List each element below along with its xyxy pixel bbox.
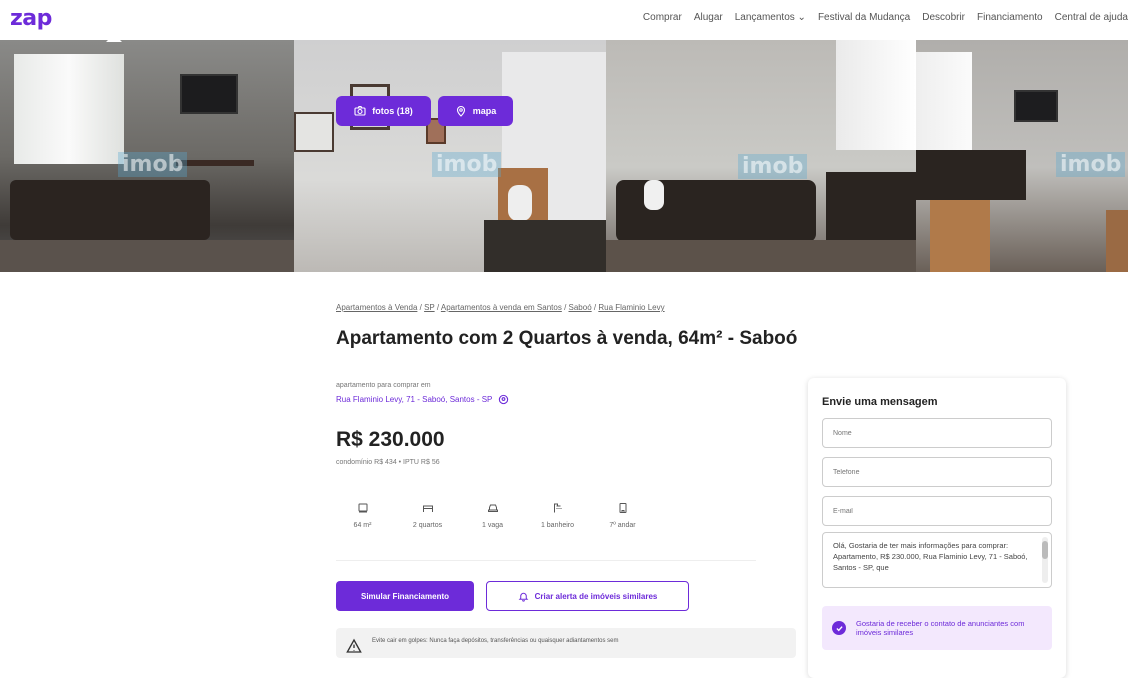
map-button-label: mapa bbox=[472, 106, 497, 116]
nav-festival[interactable]: Festival da Mudança bbox=[818, 12, 910, 23]
warning-text: Evite cair em golpes: Nunca faça depósit… bbox=[372, 638, 619, 644]
map-button[interactable]: mapa bbox=[438, 96, 513, 126]
listing-address[interactable]: Rua Flaminio Levy, 71 - Saboó, Santos - … bbox=[336, 394, 509, 405]
nav-descobrir[interactable]: Descobrir bbox=[922, 12, 965, 23]
photos-button-label: fotos (18) bbox=[372, 106, 413, 116]
create-alert-label: Criar alerta de imóveis similares bbox=[534, 591, 658, 601]
optin-label: Gostaria de receber o contato de anuncia… bbox=[856, 619, 1025, 637]
feature-area: 64 m² bbox=[330, 502, 395, 529]
photo-gallery: imob imob imob imob fotos (18) mapa bbox=[0, 40, 1128, 272]
car-icon bbox=[487, 504, 498, 512]
nav-lancamentos[interactable]: Lançamentos ⌄ bbox=[735, 12, 806, 23]
nav-central-ajuda[interactable]: Central de ajuda bbox=[1055, 12, 1128, 23]
contact-title: Envie uma mensagem bbox=[822, 396, 938, 408]
map-pin-icon[interactable] bbox=[498, 394, 509, 405]
bell-icon bbox=[518, 592, 529, 602]
camera-icon bbox=[354, 105, 366, 116]
bed-icon bbox=[422, 505, 433, 512]
message-text: Olá, Gostaria de ter mais informações pa… bbox=[833, 541, 1028, 572]
message-field[interactable]: Olá, Gostaria de ter mais informações pa… bbox=[822, 532, 1052, 588]
listing-fees: condomínio R$ 434 • IPTU R$ 56 bbox=[336, 459, 440, 466]
listing-price: R$ 230.000 bbox=[336, 428, 445, 451]
main-nav: Comprar Alugar Lançamentos ⌄ Festival da… bbox=[643, 12, 1128, 23]
gallery-photo-4[interactable]: imob bbox=[916, 40, 1128, 272]
address-text: Rua Flaminio Levy, 71 - Saboó, Santos - … bbox=[336, 395, 493, 404]
breadcrumb-apartamentos-venda[interactable]: Apartamentos à Venda bbox=[336, 303, 417, 312]
zap-logo[interactable]: zap bbox=[10, 6, 52, 31]
map-pin-icon bbox=[456, 105, 465, 117]
gallery-photo-2[interactable]: imob bbox=[294, 40, 606, 272]
similar-listings-optin[interactable]: Gostaria de receber o contato de anuncia… bbox=[822, 606, 1052, 650]
create-alert-button[interactable]: Criar alerta de imóveis similares bbox=[486, 581, 689, 611]
breadcrumb-santos[interactable]: Apartamentos à venda em Santos bbox=[441, 303, 562, 312]
breadcrumb-sp[interactable]: SP bbox=[424, 303, 435, 312]
name-field[interactable] bbox=[822, 418, 1052, 448]
breadcrumb: Apartamentos à Venda / SP / Apartamentos… bbox=[336, 303, 665, 312]
fraud-warning: Evite cair em golpes: Nunca faça depósit… bbox=[336, 628, 796, 658]
simulate-financing-button[interactable]: Simular Financiamento bbox=[336, 581, 474, 611]
area-icon bbox=[358, 503, 367, 513]
feature-floor: 7º andar bbox=[590, 502, 655, 529]
top-navigation: zap Comprar Alugar Lançamentos ⌄ Festiva… bbox=[0, 0, 1128, 40]
nav-comprar[interactable]: Comprar bbox=[643, 12, 682, 23]
nav-alugar[interactable]: Alugar bbox=[694, 12, 723, 23]
checkbox-checked-icon[interactable] bbox=[832, 621, 846, 635]
shower-icon bbox=[553, 503, 561, 513]
message-scrollbar[interactable] bbox=[1042, 537, 1048, 583]
building-icon bbox=[619, 503, 626, 513]
contact-card: Envie uma mensagem Olá, Gostaria de ter … bbox=[808, 378, 1066, 678]
feature-bedrooms: 2 quartos bbox=[395, 502, 460, 529]
imob-watermark: imob bbox=[1056, 152, 1126, 177]
feature-bathrooms: 1 banheiro bbox=[525, 502, 590, 529]
imob-watermark: imob bbox=[118, 152, 188, 177]
feature-parking: 1 vaga bbox=[460, 502, 525, 529]
page-title: Apartamento com 2 Quartos à venda, 64m² … bbox=[336, 328, 798, 349]
gallery-pointer bbox=[106, 34, 122, 42]
phone-field[interactable] bbox=[822, 457, 1052, 487]
breadcrumb-saboo[interactable]: Saboó bbox=[569, 303, 592, 312]
nav-financiamento[interactable]: Financiamento bbox=[977, 12, 1043, 23]
imob-watermark: imob bbox=[432, 152, 502, 177]
breadcrumb-rua[interactable]: Rua Flaminio Levy bbox=[598, 303, 664, 312]
email-field[interactable] bbox=[822, 496, 1052, 526]
imob-watermark: imob bbox=[738, 154, 808, 179]
gallery-photo-1[interactable]: imob bbox=[0, 40, 294, 272]
photos-button[interactable]: fotos (18) bbox=[336, 96, 431, 126]
listing-subtype: apartamento para comprar em bbox=[336, 382, 431, 389]
listing-features: 64 m² 2 quartos 1 vaga 1 banheiro 7º and… bbox=[330, 502, 655, 529]
gallery-photo-3[interactable]: imob bbox=[606, 40, 916, 272]
section-divider bbox=[336, 560, 756, 561]
